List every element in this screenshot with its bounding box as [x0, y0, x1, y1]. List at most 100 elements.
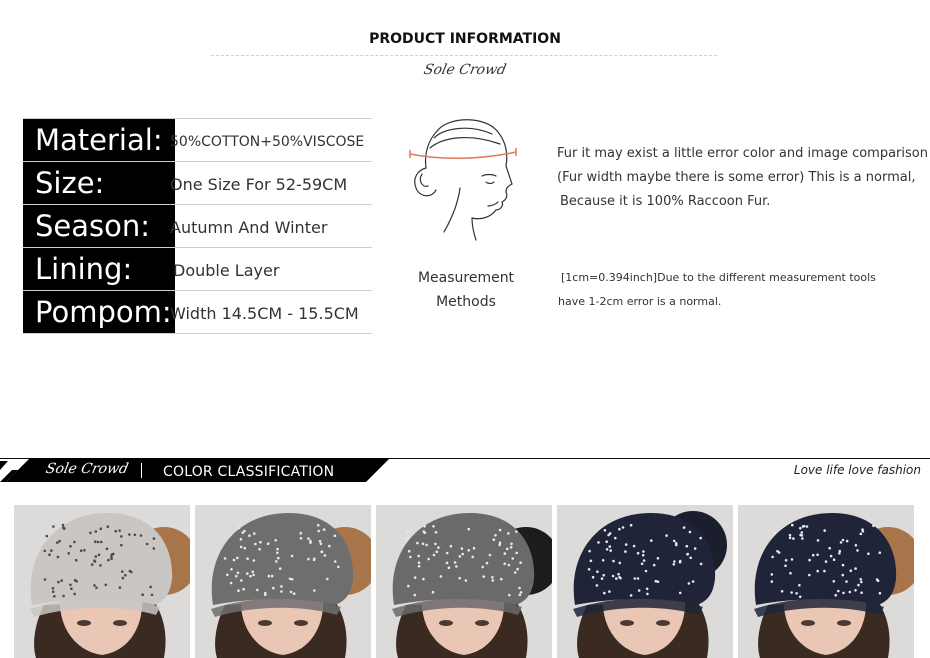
variant-photo[interactable] — [376, 505, 552, 658]
title-divider — [211, 55, 717, 56]
rhinestone — [258, 547, 261, 551]
rhinestone — [603, 591, 606, 595]
variant-illustration — [557, 505, 733, 658]
rhinestone — [860, 580, 863, 584]
rhinestone — [859, 578, 863, 581]
rhinestone — [597, 541, 600, 544]
rhinestone — [274, 539, 277, 542]
rhinestone — [253, 532, 256, 535]
rhinestone — [612, 559, 615, 563]
rhinestone — [632, 544, 636, 548]
rhinestone — [328, 544, 331, 548]
rhinestone — [312, 558, 316, 562]
rhinestone — [299, 531, 303, 535]
eye — [620, 620, 634, 626]
variant-photo[interactable] — [195, 505, 371, 658]
rhinestone — [510, 542, 513, 546]
rhinestone — [516, 567, 519, 571]
variant-photo[interactable] — [557, 505, 733, 658]
rhinestone — [642, 559, 646, 562]
rhinestone — [494, 534, 497, 537]
note-line: have 1-2cm error is a normal. — [558, 295, 722, 308]
rhinestone — [67, 552, 70, 555]
rhinestone — [249, 574, 252, 578]
rhinestone — [453, 561, 457, 564]
rhinestone — [860, 591, 863, 594]
rhinestone — [654, 579, 658, 583]
rhinestone — [689, 556, 692, 560]
rhinestone — [693, 547, 697, 550]
rhinestone — [333, 560, 337, 563]
rhinestone — [128, 569, 132, 573]
rhinestone — [513, 571, 517, 574]
rhinestone — [464, 579, 468, 582]
rhinestone — [267, 574, 271, 578]
rhinestone — [790, 591, 793, 594]
rhinestone — [259, 540, 262, 544]
rhinestone — [509, 546, 513, 549]
rhinestone — [239, 538, 243, 541]
rhinestone — [829, 554, 833, 558]
variant-photo[interactable] — [738, 505, 914, 658]
rhinestone — [839, 541, 843, 544]
rhinestone — [519, 591, 523, 594]
rhinestone — [432, 525, 435, 528]
rhinestone — [43, 578, 47, 581]
rhinestone — [141, 593, 144, 596]
rhinestone — [316, 523, 320, 527]
head-measurement-sketch — [400, 114, 520, 242]
rhinestone — [857, 583, 860, 587]
rhinestone — [518, 593, 522, 597]
brand-logo: Sole Crowd — [422, 62, 508, 78]
spec-label: Size: — [23, 162, 175, 204]
rhinestone — [682, 526, 686, 529]
rhinestone — [288, 577, 292, 581]
rhinestone — [53, 595, 56, 598]
rhinestone — [645, 587, 649, 591]
eye — [258, 620, 272, 626]
rhinestone — [309, 541, 312, 544]
spec-label: Season: — [23, 205, 175, 247]
rhinestone — [832, 558, 836, 561]
rhinestone — [488, 553, 492, 557]
rhinestone — [467, 527, 470, 531]
rhinestone — [629, 523, 633, 527]
rhinestone — [872, 524, 875, 528]
rhinestone — [445, 561, 449, 565]
rhinestone — [519, 561, 522, 564]
rhinestone — [93, 584, 96, 587]
spec-value: Double Layer — [173, 261, 280, 280]
rhinestone — [798, 595, 802, 599]
rhinestone — [673, 560, 676, 563]
rhinestone — [133, 533, 137, 537]
rhinestone — [878, 551, 882, 554]
rhinestone — [848, 590, 852, 594]
rhinestone — [777, 551, 781, 554]
rhinestone — [434, 531, 438, 534]
rhinestone — [784, 559, 788, 562]
rhinestone — [841, 538, 845, 542]
rhinestone — [773, 531, 777, 534]
spec-value: Width 14.5CM - 15.5CM — [170, 304, 359, 323]
rhinestone — [74, 558, 78, 562]
spec-table: Material: 50%COTTON+50%VISCOSE Size: One… — [23, 118, 372, 334]
rhinestone — [854, 589, 857, 592]
note-line: (Fur width maybe there is some error) Th… — [557, 170, 916, 185]
rhinestone — [515, 551, 518, 555]
rhinestone — [94, 530, 98, 533]
rhinestone — [629, 594, 633, 597]
rhinestone — [56, 555, 60, 559]
rhinestone — [124, 573, 127, 577]
rhinestone — [232, 558, 236, 562]
note-line: Because it is 100% Raccoon Fur. — [560, 194, 771, 209]
rhinestone — [589, 559, 593, 563]
rhinestone — [595, 584, 599, 587]
variant-photo[interactable] — [14, 505, 190, 658]
rhinestone — [506, 547, 509, 551]
rhinestone — [652, 563, 656, 567]
rhinestone — [313, 589, 316, 592]
rhinestone — [789, 571, 792, 575]
rhinestone — [859, 532, 863, 536]
rhinestone — [243, 529, 246, 533]
rhinestone — [289, 590, 293, 594]
